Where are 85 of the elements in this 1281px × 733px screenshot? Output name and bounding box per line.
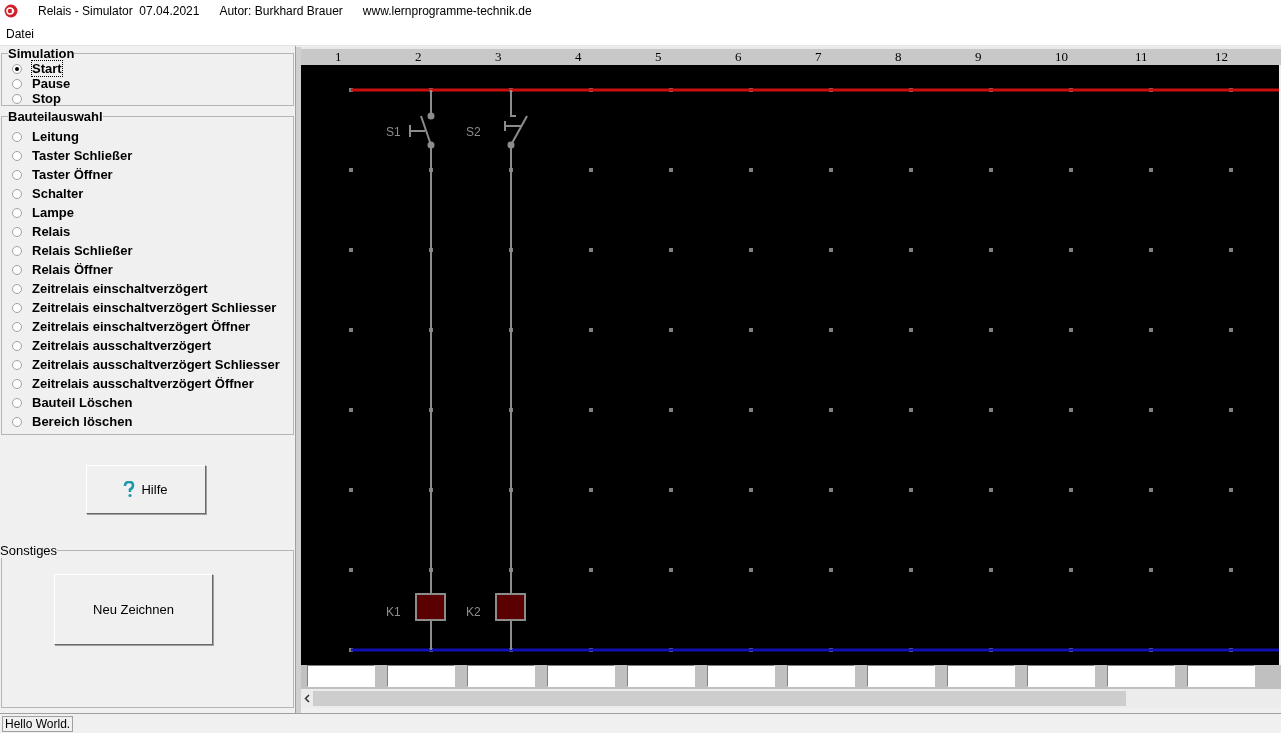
switch-label: S2	[466, 125, 481, 139]
question-mark-icon	[123, 480, 136, 498]
radio-button[interactable]	[12, 302, 22, 313]
column-number: 11	[1134, 49, 1149, 65]
input-field[interactable]	[1107, 665, 1175, 687]
radio-button[interactable]	[12, 131, 22, 142]
radio-button[interactable]	[12, 226, 22, 237]
help-button[interactable]: Hilfe	[85, 464, 206, 514]
input-field[interactable]	[867, 665, 935, 687]
column-number: 1	[334, 49, 343, 65]
radio-option[interactable]: Zeitrelais einschaltverzögert	[10, 279, 208, 298]
column-number: 12	[1214, 49, 1229, 65]
radio-button[interactable]	[12, 283, 22, 294]
radio-button[interactable]	[12, 416, 22, 427]
radio-option[interactable]: Taster Schließer	[10, 146, 133, 165]
radio-option[interactable]: Zeitrelais ausschaltverzögert Schliesser	[10, 355, 280, 374]
input-field[interactable]	[1027, 665, 1095, 687]
radio-button[interactable]	[12, 188, 22, 199]
group-title: Sonstiges	[0, 543, 58, 558]
input-field[interactable]	[467, 665, 535, 687]
menu-item[interactable]: Datei	[6, 26, 34, 41]
radio-option[interactable]: Start	[10, 61, 62, 76]
input-field[interactable]	[387, 665, 455, 687]
coil-label: K1	[386, 605, 401, 619]
radio-option[interactable]: Taster Öffner	[10, 165, 113, 184]
radio-button[interactable]	[12, 321, 22, 332]
circuit-canvas[interactable]: S1 K1 S2 K2	[301, 65, 1279, 665]
radio-option[interactable]: Relais Schließer	[10, 241, 133, 260]
radio-option[interactable]: Schalter	[10, 184, 84, 203]
relay-coil[interactable]	[415, 593, 446, 621]
switch-symbol	[409, 89, 435, 149]
radio-button[interactable]	[12, 397, 22, 408]
column-number: 4	[574, 49, 583, 65]
group-title: Bauteilauswahl	[8, 109, 103, 124]
radio-option[interactable]: Lampe	[10, 203, 74, 222]
redraw-button[interactable]: Neu Zeichnen	[54, 574, 213, 645]
column-number: 5	[654, 49, 663, 65]
app-logo-icon	[4, 4, 18, 18]
radio-button[interactable]	[12, 150, 22, 161]
column-number: 3	[494, 49, 503, 65]
radio-button[interactable]	[12, 359, 22, 370]
radio-option[interactable]: Zeitrelais einschaltverzögert Öffner	[10, 317, 251, 336]
input-field[interactable]	[787, 665, 855, 687]
radio-button[interactable]	[12, 378, 22, 389]
input-field[interactable]	[307, 665, 375, 687]
switch-symbol	[504, 89, 528, 149]
radio-option[interactable]: Relais Öffner	[10, 260, 113, 279]
radio-option[interactable]: Bauteil Löschen	[10, 393, 133, 412]
radio-button[interactable]	[12, 169, 22, 180]
radio-button[interactable]	[12, 78, 22, 89]
radio-option[interactable]: Bereich löschen	[10, 412, 133, 431]
title-text: www.lernprogramme-technik.de	[362, 4, 532, 18]
input-field[interactable]	[947, 665, 1015, 687]
scroll-thumb[interactable]	[313, 691, 1126, 706]
horizontal-scrollbar[interactable]	[301, 689, 1281, 708]
title-text: Autor: Burkhard Brauer	[219, 4, 343, 18]
column-number: 7	[814, 49, 823, 65]
input-field[interactable]	[707, 665, 775, 687]
switch-label: S1	[386, 125, 401, 139]
relay-coil[interactable]	[495, 593, 526, 621]
input-field[interactable]	[547, 665, 615, 687]
status-text: Hello World.	[2, 715, 74, 732]
radio-option[interactable]: Stop	[10, 91, 61, 106]
group-title: Simulation	[8, 46, 75, 61]
column-number: 8	[894, 49, 903, 65]
column-number: 2	[414, 49, 423, 65]
input-field[interactable]	[627, 665, 695, 687]
radio-option[interactable]: Pause	[10, 76, 71, 91]
radio-option[interactable]: Zeitrelais einschaltverzögert Schliesser	[10, 298, 277, 317]
coil-label: K2	[466, 605, 481, 619]
title-text: Relais - Simulator 07.04.2021	[38, 4, 200, 18]
radio-button[interactable]	[12, 340, 22, 351]
radio-option[interactable]: Zeitrelais ausschaltverzögert Öffner	[10, 374, 254, 393]
radio-button[interactable]	[12, 245, 22, 256]
column-number: 9	[974, 49, 983, 65]
radio-button[interactable]	[12, 63, 22, 74]
radio-option[interactable]: Zeitrelais ausschaltverzögert	[10, 336, 212, 355]
input-field[interactable]	[1187, 665, 1255, 687]
radio-button[interactable]	[12, 264, 22, 275]
radio-option[interactable]: Leitung	[10, 127, 79, 146]
radio-option[interactable]: Relais	[10, 222, 71, 241]
column-number: 6	[734, 49, 743, 65]
radio-button[interactable]	[12, 93, 22, 104]
radio-button[interactable]	[12, 207, 22, 218]
column-number: 10	[1054, 49, 1069, 65]
